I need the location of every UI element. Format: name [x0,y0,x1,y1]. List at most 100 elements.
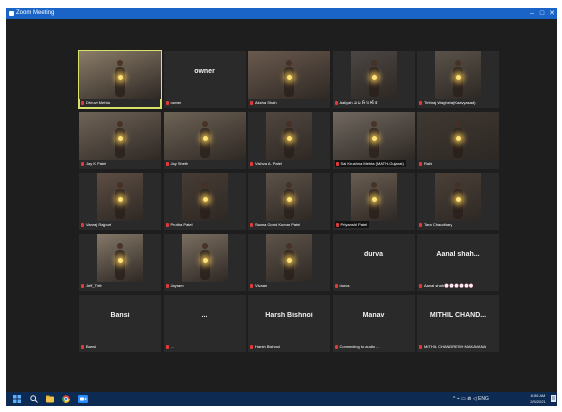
person-head [370,60,377,66]
participant-name-label: Jeff_Tirth [81,282,102,289]
minimize-button[interactable]: – [527,9,537,18]
file-explorer-icon[interactable] [46,395,54,403]
participant-video-tile[interactable]: Dhruvi Mehta [78,50,162,109]
participant-video-feed [266,112,312,160]
participant-video-feed [79,51,161,99]
participant-video-tile[interactable]: Vanraj Rajpurt [79,173,161,230]
muted-mic-icon [335,222,339,227]
participant-name-label: Connecting to audio ... [334,343,380,350]
participant-video-feed [163,112,246,160]
participant-video-tile[interactable]: Jayram [163,234,246,291]
participant-name-text: Jayram [170,283,184,288]
person-silhouette [368,128,379,158]
diya-lamp-glow [118,197,123,202]
participant-name-tile[interactable]: Aanal shah... Aanal shah💮💮💮💮💮💮 [417,234,499,291]
participant-video-tile[interactable]: Prutha Patel [163,173,246,230]
person-silhouette [199,128,210,158]
gallery-view: Dhruvi Mehta owner owner Aksha Shah Aaliyah … [6,19,557,392]
participant-name-tile[interactable]: Manav Connecting to audio ... [332,295,415,352]
participant-video-tile[interactable]: Swara Gond Kumar Patel [248,173,330,230]
muted-mic-icon [250,283,253,288]
person-head [370,121,377,127]
zoom-app-icon[interactable] [78,395,88,403]
maximize-button[interactable]: □ [537,9,547,18]
person-head [286,121,292,127]
diya-lamp-glow [118,136,123,141]
participant-video-tile[interactable]: Vivaan [248,234,330,291]
participant-video-feed [97,173,143,221]
participant-name-label: Tirthraj Waghela(Kaavyasad) [419,99,476,106]
participant-name-text: Tirthraj Waghela(Kaavyasad) [424,100,476,105]
participant-video-tile[interactable]: Aaliyah ડા ઇ તિ ધ ર્મા ક [332,51,415,108]
participant-video-tile[interactable]: Tirthraj Waghela(Kaavyasad) [417,51,499,108]
diya-lamp-glow [287,75,292,80]
participant-video-feed [417,112,499,160]
participant-name-label: ... [165,343,174,350]
muted-mic-icon [419,100,422,105]
participant-video-tile[interactable]: Rahi [417,112,499,169]
participant-name-text: Vishva A. Patel [255,161,282,166]
person-head [117,182,123,188]
search-icon[interactable] [30,395,38,403]
participant-video-tile[interactable]: Jeff_Tirth [79,234,161,291]
participant-name-tile[interactable]: MITHIL CHAND... MITHIL CHANDRESH MAKAVANA [417,295,499,352]
participant-name-label: Tara Chaudhary [419,221,452,228]
participant-display-name: owner [194,68,215,75]
participant-video-tile[interactable]: Sai Krushna Mehta (MATH-Gujarat) [332,112,415,169]
participant-name-text: durva [339,283,350,288]
participant-name-tile[interactable]: Harsh Bishnoi Harsh Bishnoi [248,295,330,352]
diya-lamp-glow [202,197,208,202]
person-head [286,60,292,66]
participant-video-tile[interactable]: Priyanshi Patel [332,173,415,230]
participant-video-tile[interactable]: Aksha Shah [248,51,330,108]
person-silhouette [453,67,463,97]
person-silhouette [284,128,294,158]
diya-lamp-glow [118,258,123,263]
notifications-icon[interactable] [551,395,556,403]
person-silhouette [284,189,294,219]
muted-mic-icon [250,344,253,349]
chrome-icon[interactable] [62,395,70,403]
windows-start-icon[interactable] [13,395,21,403]
participant-video-tile[interactable]: Vishva A. Patel [248,112,330,169]
participant-video-tile[interactable]: Jay Sheth [163,112,246,169]
muted-mic-icon [334,283,338,288]
participant-video-feed [266,234,312,282]
person-head [117,60,123,66]
participant-name-text: Jeff_Tirth [86,283,103,288]
diya-lamp-glow [287,258,292,263]
person-silhouette [115,189,125,219]
person-head [455,60,461,66]
system-tray-icons[interactable]: ^ ⌁ ▭ ⋒ ◁ ENG [453,394,489,404]
participant-name-text: MITHIL CHANDRESH MAKAVANA [424,344,487,349]
participant-video-tile[interactable]: Tara Chaudhary [417,173,499,230]
participant-name-tile[interactable]: ...... [163,295,246,352]
participant-video-tile[interactable]: Jay K Patel [79,112,161,169]
diya-lamp-glow [287,136,292,141]
person-silhouette [368,189,379,219]
person-silhouette [453,189,463,219]
participant-name-tile[interactable]: Bansi Bansi [79,295,161,352]
participant-display-name: Aanal shah... [436,251,480,258]
participant-video-feed [435,51,481,99]
participant-name-text: Rahi [424,161,433,166]
diya-lamp-glow [118,75,123,80]
participant-name-tile[interactable]: owner owner [163,51,246,108]
window-titlebar: Zoom Meeting – □ ✕ [6,8,557,19]
diya-lamp-glow [456,136,461,141]
close-button[interactable]: ✕ [547,9,557,18]
person-head [455,121,461,127]
clock[interactable]: 8:56 AM 2/5/2021 [526,393,550,405]
muted-mic-icon [81,100,84,105]
participant-name-tile[interactable]: durva durva [332,234,415,291]
person-silhouette [199,250,210,280]
person-head [370,182,377,188]
muted-mic-icon [165,283,169,288]
participant-name-text: Connecting to audio ... [339,344,380,349]
diya-lamp-glow [371,75,377,80]
participant-name-text: Priyanshi Patel [340,222,368,227]
window-title: Zoom Meeting [16,10,55,16]
person-head [286,243,292,249]
participant-video-feed [181,234,228,282]
participant-name-label: Sai Krushna Mehta (MATH-Gujarat) [334,160,406,167]
